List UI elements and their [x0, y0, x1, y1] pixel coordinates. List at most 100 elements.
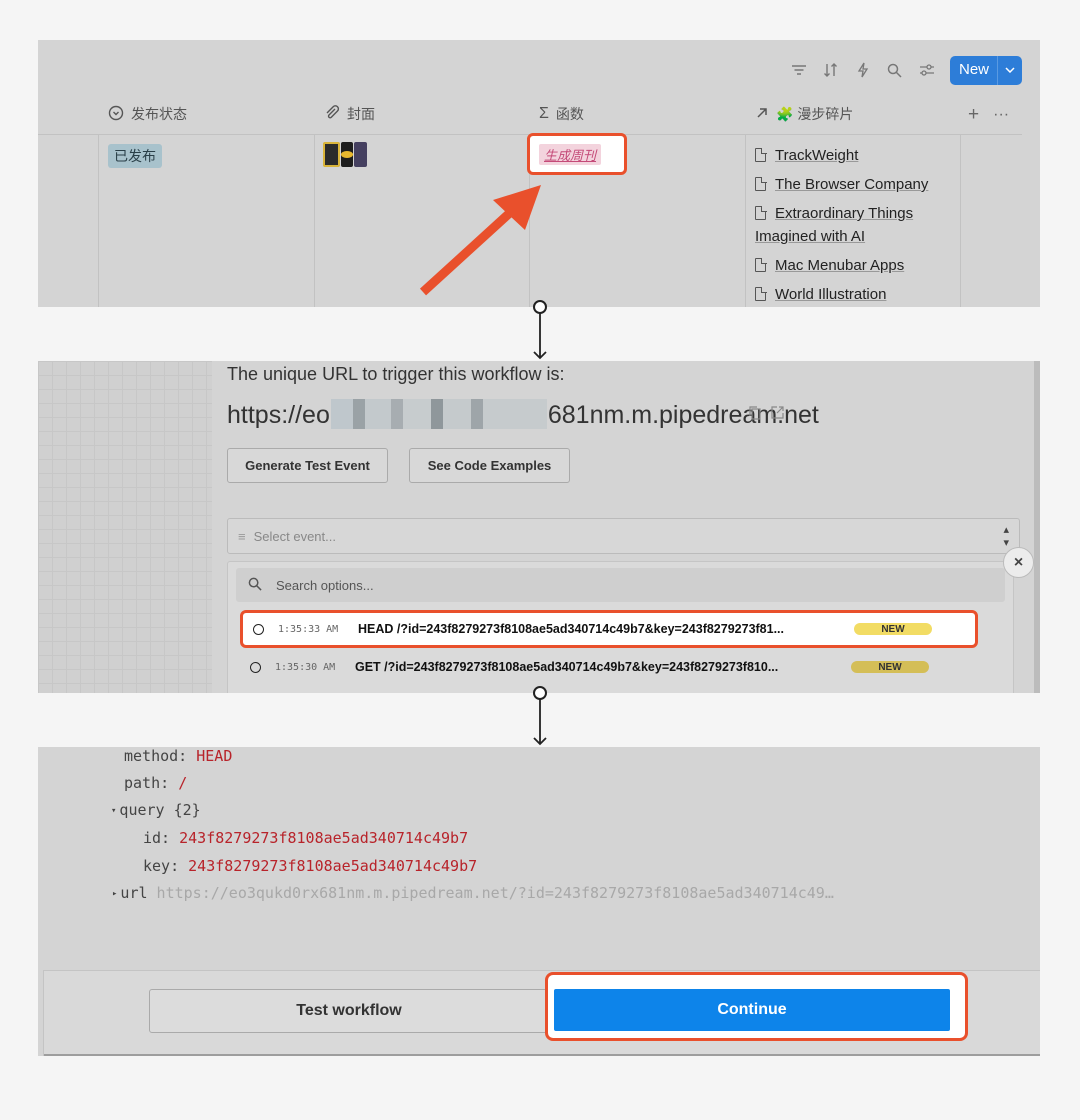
- page-icon: [755, 147, 767, 162]
- id-line: id: 243f8279273f8108ae5ad340714c49b7: [143, 829, 468, 847]
- url-line[interactable]: ▸ url https://eo3qukd0rx681nm.m.pipedream…: [112, 884, 834, 902]
- event-options-menu: Search options... 1:35:33 AM HEAD /?id=2…: [227, 561, 1014, 693]
- path-line: path: /: [124, 774, 187, 792]
- webhook-url[interactable]: https://eo 681nm.m.pipedream.net: [227, 399, 819, 430]
- value: /: [178, 774, 188, 792]
- copy-icon[interactable]: [749, 406, 761, 423]
- settings-sliders-icon[interactable]: [918, 61, 936, 79]
- value: 243f8279273f8108ae5ad340714c49b7: [179, 829, 469, 847]
- radio-icon[interactable]: [253, 623, 264, 635]
- key: key:: [143, 857, 180, 875]
- value: HEAD: [196, 747, 233, 765]
- event-option-get[interactable]: 1:35:30 AM GET /?id=243f8279273f8108ae5a…: [240, 648, 978, 686]
- add-column-icon[interactable]: +: [968, 104, 979, 126]
- column-header-status[interactable]: 发布状态: [108, 104, 187, 124]
- flow-connector: [533, 686, 547, 746]
- page-icon: [755, 286, 767, 301]
- event-data-tree: method: HEAD path: / ▾ query {2} id: 243f…: [38, 747, 1040, 969]
- url-prefix: https://eo: [227, 401, 330, 429]
- chevron-down-icon[interactable]: [997, 55, 1022, 85]
- url-description: The unique URL to trigger this workflow …: [227, 364, 565, 384]
- key: id:: [143, 829, 171, 847]
- more-options-icon[interactable]: ···: [993, 106, 1009, 124]
- event-option-head[interactable]: 1:35:33 AM HEAD /?id=243f8279273f8108ae5…: [240, 610, 978, 648]
- relation-link[interactable]: TrackWeight: [755, 144, 960, 167]
- event-request: HEAD /?id=243f8279273f8108ae5ad340714c49…: [358, 622, 785, 636]
- value: 243f8279273f8108ae5ad340714c49b7: [188, 857, 478, 875]
- continue-button[interactable]: Continue: [554, 989, 950, 1031]
- list-icon: ≡: [238, 528, 246, 544]
- status-badge[interactable]: 已发布: [108, 144, 162, 168]
- link-text: Extraordinary Things Imagined with AI: [755, 205, 914, 245]
- event-time: 1:35:30 AM: [275, 661, 336, 673]
- search-icon[interactable]: [886, 61, 904, 79]
- filter-icon[interactable]: [790, 61, 808, 79]
- link-text: TrackWeight: [775, 147, 859, 164]
- query-line[interactable]: ▾ query {2}: [111, 801, 201, 819]
- footer-actions: Test workflow Continue: [43, 970, 1040, 1056]
- relation-link[interactable]: The Browser Company: [755, 173, 960, 196]
- cover-thumbnail[interactable]: [323, 142, 368, 167]
- radio-icon[interactable]: [250, 661, 261, 673]
- column-divider: [960, 134, 961, 307]
- column-header-relation[interactable]: 🧩 漫步碎片: [755, 104, 853, 124]
- pipedream-trigger-panel: The unique URL to trigger this workflow …: [38, 361, 1040, 693]
- generate-test-event-button[interactable]: Generate Test Event: [227, 448, 388, 483]
- select-arrows-icon: ▴ ▾: [1003, 524, 1009, 549]
- key: query: [119, 801, 165, 819]
- count: {2}: [173, 801, 201, 819]
- value: https://eo3qukd0rx681nm.m.pipedream.net/…: [156, 884, 834, 902]
- column-header-actions: + ···: [968, 104, 1009, 126]
- automation-bolt-icon[interactable]: [854, 61, 872, 79]
- caret-down-icon[interactable]: ▾: [111, 806, 116, 816]
- column-label: 🧩 漫步碎片: [776, 106, 854, 122]
- relation-link[interactable]: World Illustration: [755, 283, 960, 306]
- column-label: 发布状态: [131, 106, 187, 122]
- relation-arrow-icon: [755, 106, 769, 123]
- trigger-config: The unique URL to trigger this workflow …: [212, 361, 1034, 693]
- relation-link[interactable]: Extraordinary Things Imagined with AI: [755, 202, 960, 248]
- sigma-icon: Σ: [539, 105, 549, 122]
- search-placeholder: Search options...: [276, 577, 374, 593]
- column-label: 函数: [555, 106, 584, 122]
- event-time: 1:35:33 AM: [278, 623, 339, 635]
- see-code-examples-button[interactable]: See Code Examples: [409, 448, 570, 483]
- new-badge: NEW: [851, 661, 929, 673]
- key: url: [120, 884, 148, 902]
- caret-right-icon[interactable]: ▸: [112, 889, 117, 899]
- column-header-cover[interactable]: 封面: [324, 104, 375, 124]
- notion-database-panel: New 发布状态 封面 Σ 函数 🧩 漫步碎片 + ··· 已发布 生成周刊 T…: [38, 40, 1040, 307]
- new-button-label: New: [958, 60, 989, 78]
- search-options-input[interactable]: Search options...: [236, 568, 1005, 602]
- page-icon: [755, 205, 767, 220]
- canvas-grid: [38, 361, 212, 693]
- select-event-dropdown[interactable]: ≡ Select event... ▴ ▾: [227, 518, 1020, 554]
- close-icon[interactable]: ×: [1003, 547, 1034, 578]
- external-link-icon[interactable]: [771, 406, 784, 423]
- panel-edge: [1034, 361, 1040, 693]
- link-text: Mac Menubar Apps: [775, 257, 905, 274]
- status-icon: [108, 105, 124, 124]
- page-icon: [755, 257, 767, 272]
- select-placeholder: Select event...: [253, 528, 336, 544]
- column-header-function[interactable]: Σ 函数: [539, 104, 584, 124]
- new-button[interactable]: New: [949, 55, 1022, 85]
- pixelated-redaction: [330, 399, 547, 429]
- column-divider: [314, 134, 315, 307]
- function-cell-highlight: 生成周刊: [527, 133, 627, 175]
- attachment-icon: [324, 104, 340, 124]
- test-workflow-button[interactable]: Test workflow: [149, 989, 549, 1033]
- relation-links: TrackWeight The Browser Company Extraord…: [755, 144, 960, 307]
- generate-weekly-button[interactable]: 生成周刊: [539, 144, 602, 165]
- page-icon: [755, 176, 767, 191]
- sort-icon[interactable]: [822, 61, 840, 79]
- key-line: key: 243f8279273f8108ae5ad340714c49b7: [143, 857, 477, 875]
- key: path:: [124, 774, 170, 792]
- column-divider: [98, 134, 99, 307]
- relation-link[interactable]: Mac Menubar Apps: [755, 254, 960, 277]
- link-text: World Illustration: [775, 286, 887, 303]
- database-toolbar: New: [790, 55, 1022, 85]
- column-label: 封面: [347, 106, 375, 122]
- search-icon: [248, 577, 262, 594]
- annotation-arrow: [419, 185, 541, 296]
